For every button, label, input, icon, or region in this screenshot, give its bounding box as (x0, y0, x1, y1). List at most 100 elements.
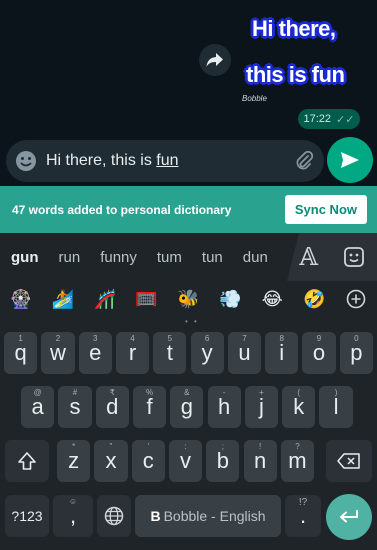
key-f[interactable]: % f (132, 386, 167, 428)
key-x[interactable]: " x (94, 440, 128, 482)
key-label: h (218, 394, 231, 419)
key-hint: # (72, 388, 78, 397)
key-hint: 9 (316, 334, 322, 343)
key-y[interactable]: 6y (190, 332, 224, 374)
message-input[interactable]: Hi there, this is fun (46, 152, 284, 170)
emoji-item[interactable]: 🎡 (0, 289, 42, 310)
key-label: v (180, 448, 192, 473)
add-emoji-button[interactable] (335, 289, 377, 309)
sticker-line-1: Hi there, (252, 16, 336, 41)
key-z[interactable]: * z (57, 440, 91, 482)
emoji-item[interactable]: 🎢 (84, 289, 126, 310)
send-icon (341, 152, 359, 168)
suggestion-item[interactable]: run (49, 249, 91, 266)
key-v[interactable]: :v (168, 440, 203, 482)
key-hint: * (72, 442, 76, 451)
sticker-line-2: this is fun (246, 62, 345, 87)
key-i[interactable]: 8i (265, 332, 299, 374)
suggestion-item[interactable]: funny (90, 249, 147, 266)
key-hint: 1 (18, 334, 23, 343)
key-hint: ( (297, 388, 301, 397)
text-sticker[interactable]: Hi there, this is fun Bobble (240, 8, 365, 108)
key-label: r (128, 340, 137, 365)
key-label: t (166, 340, 173, 365)
key-hint: ₹ (109, 388, 115, 397)
suggestion-item[interactable]: dun (233, 249, 278, 266)
emoji-item[interactable]: 🤣 (293, 289, 335, 310)
key-hint: ? (295, 442, 300, 451)
emoji-item[interactable]: 🐝 (168, 289, 210, 310)
message-compose-box[interactable]: Hi there, this is fun (6, 140, 324, 182)
emoji-item[interactable]: 🏄 (42, 289, 84, 310)
sticker-brand-logo: Bobble (242, 94, 267, 103)
key-label: p (350, 340, 363, 365)
key-q[interactable]: 1q (4, 332, 38, 374)
key-hint: 4 (130, 334, 135, 343)
key-d[interactable]: ₹ d (95, 386, 129, 428)
comma-key[interactable]: ☺ , (53, 495, 93, 537)
forward-button[interactable] (199, 44, 231, 76)
key-label: x (105, 448, 117, 473)
key-l[interactable]: ) l (319, 386, 353, 428)
sync-now-button[interactable]: Sync Now (284, 195, 367, 224)
key-m[interactable]: ? m (280, 440, 315, 482)
emoji-item[interactable]: 😂 (251, 289, 293, 310)
chat-area: Hi there, this is fun Bobble 17:22 ✓✓ (0, 0, 377, 136)
font-style-icon[interactable]: 𝔸 (299, 243, 318, 271)
suggestion-item[interactable]: gun (0, 249, 49, 266)
key-label: w (50, 340, 66, 365)
key-w[interactable]: 2w (41, 332, 75, 374)
key-u[interactable]: 7u (227, 332, 262, 374)
key-s[interactable]: # s (58, 386, 92, 428)
emoji-button[interactable] (6, 140, 46, 182)
key-e[interactable]: 3e (78, 332, 112, 374)
key-label: b (216, 448, 229, 473)
time-text: 17:22 (303, 113, 332, 125)
message-text: Hi there, this is (46, 152, 157, 169)
key-hint: 7 (242, 334, 247, 343)
key-n[interactable]: ! n (243, 440, 277, 482)
suggestion-item[interactable]: tum (147, 249, 192, 266)
shift-key[interactable] (5, 440, 49, 482)
period-key[interactable]: !? . (285, 495, 321, 537)
key-k[interactable]: (k (282, 386, 316, 428)
space-key[interactable]: B Bobble - English (135, 495, 281, 537)
key-hint: " (109, 442, 113, 451)
key-label: f (146, 394, 153, 419)
send-button[interactable] (327, 137, 373, 183)
symbols-key[interactable]: ?123 (5, 495, 49, 537)
key-hint: ) (334, 388, 338, 397)
key-b[interactable]: ; b (206, 440, 240, 482)
enter-key[interactable] (326, 494, 372, 540)
key-hint: ! (259, 442, 262, 451)
read-ticks-icon: ✓✓ (336, 113, 355, 126)
key-j[interactable]: + j (244, 386, 279, 428)
emoji-item[interactable]: 💨 (209, 289, 251, 310)
key-c[interactable]: ' c (131, 440, 165, 482)
suggestion-item[interactable]: tun (192, 249, 233, 266)
backspace-key[interactable] (326, 440, 372, 482)
key-t[interactable]: 5t (153, 332, 187, 374)
emoji-item[interactable]: 🥅 (126, 289, 168, 310)
key-label: y (201, 340, 213, 365)
key-p[interactable]: 0p (339, 332, 373, 374)
key-o[interactable]: 9o (302, 332, 336, 374)
key-hint: & (184, 388, 190, 397)
key-label: c (142, 448, 154, 473)
key-label: m (288, 448, 307, 473)
space-label: Bobble - English (163, 508, 266, 524)
page-dots: • • (185, 317, 199, 326)
toolbar-tools: 𝔸 (287, 233, 377, 281)
sticker-face-icon[interactable] (343, 246, 365, 268)
shift-icon (18, 452, 36, 470)
attach-button[interactable] (284, 140, 324, 182)
key-h[interactable]: -h (207, 386, 241, 428)
key-hint: 6 (204, 334, 210, 343)
key-a[interactable]: @ a (21, 386, 55, 428)
key-hint: : (184, 442, 187, 451)
language-key[interactable] (97, 495, 131, 537)
key-hint: 3 (93, 334, 98, 343)
key-r[interactable]: 4r (115, 332, 150, 374)
key-g[interactable]: & g (170, 386, 204, 428)
key-hint: 8 (279, 334, 284, 343)
